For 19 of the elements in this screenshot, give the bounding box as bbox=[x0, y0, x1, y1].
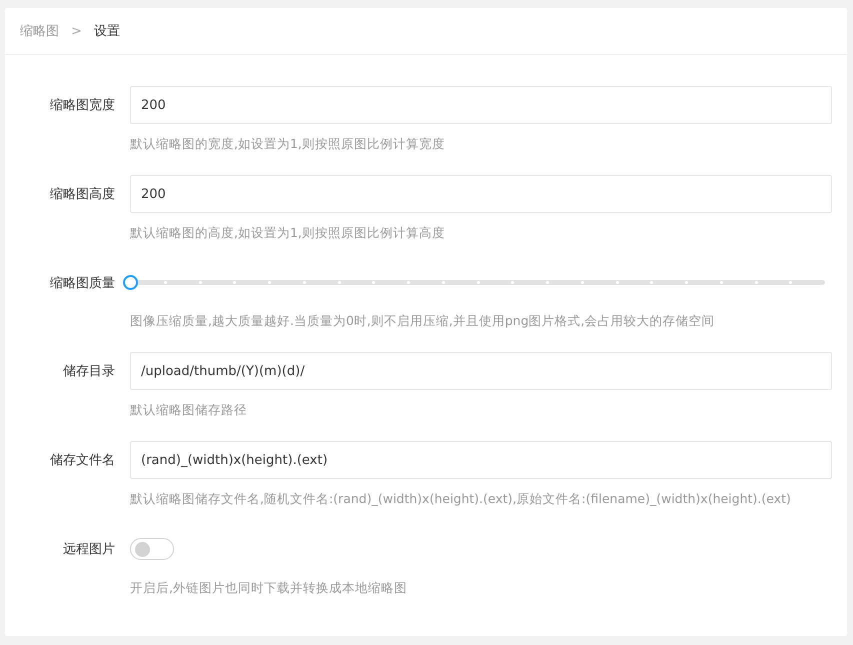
field-label: 储存目录 bbox=[62, 363, 115, 380]
text-field[interactable]: (rand)_(width)x(height).(ext) bbox=[130, 441, 832, 479]
help-text: 开启后,外链图片也同时下载并转换成本地缩略图 bbox=[130, 580, 408, 597]
field-label: 缩略图宽度 bbox=[49, 97, 115, 114]
field-label: 远程图片 bbox=[62, 541, 115, 558]
breadcrumb-separator: > bbox=[71, 24, 82, 38]
text-field[interactable]: 200 bbox=[130, 175, 832, 213]
field-label: 缩略图高度 bbox=[49, 186, 115, 203]
breadcrumb-item: 设置 bbox=[94, 23, 120, 40]
help-text: 默认缩略图的宽度,如设置为1,则按照原图比例计算宽度 bbox=[130, 136, 446, 153]
text-field[interactable]: /upload/thumb/(Y)(m)(d)/ bbox=[130, 352, 832, 390]
text-field[interactable]: 200 bbox=[130, 86, 832, 124]
help-text: 图像压缩质量,越大质量越好.当质量为0时,则不启用压缩,并且使用png图片格式,会占用较大的存储空间 bbox=[130, 313, 716, 330]
help-text: 默认缩略图的高度,如设置为1,则按照原图比例计算高度 bbox=[130, 225, 446, 242]
help-text: 默认缩略图储存文件名,随机文件名:(rand)_(width)x(height).(ext),原始文件名:(filename)_(width)x(height).(ext) bbox=[130, 491, 792, 508]
toggle-switch[interactable] bbox=[130, 538, 174, 560]
field-label: 储存文件名 bbox=[49, 452, 115, 469]
help-text: 默认缩略图储存路径 bbox=[130, 402, 248, 419]
field-label: 缩略图质量 bbox=[49, 274, 115, 292]
